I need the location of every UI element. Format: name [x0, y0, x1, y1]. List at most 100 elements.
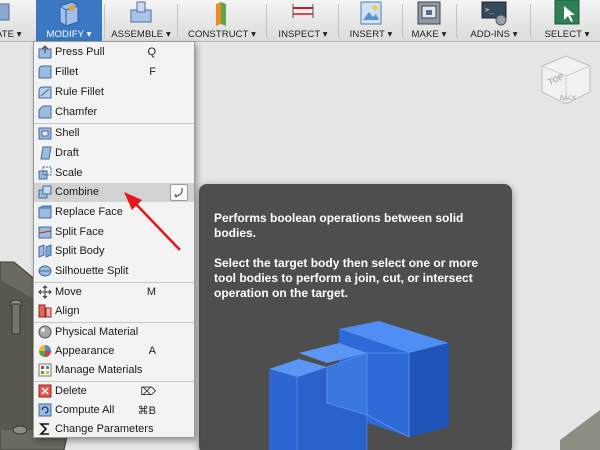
tab-create[interactable]: ATE ▾ — [0, 0, 28, 42]
tab-modify[interactable]: MODIFY ▾ — [36, 0, 102, 42]
tab-assemble[interactable]: ASSEMBLE ▾ — [107, 0, 175, 42]
tab-label: MAKE ▾ — [411, 29, 447, 40]
separator — [266, 4, 267, 38]
menu-item-label: Combine — [55, 186, 100, 198]
align-icon — [38, 304, 52, 318]
combine-icon — [38, 185, 52, 199]
menu-item-label: Appearance — [55, 345, 115, 357]
scale-icon — [38, 166, 52, 180]
move-icon — [38, 285, 52, 299]
tab-label: MODIFY ▾ — [46, 29, 92, 40]
menu-item-shell[interactable]: Shell — [34, 124, 194, 143]
split-face-icon — [38, 226, 52, 239]
draft-icon — [40, 146, 52, 160]
menu-item-label: Delete — [55, 385, 87, 397]
tab-label: ADD-INS ▾ — [470, 29, 518, 40]
tooltip-instructions: Select the target body then select one o… — [214, 256, 479, 300]
tab-label: INSPECT ▾ — [278, 29, 328, 40]
menu-item-shortcut: Q — [147, 46, 156, 58]
create-icon — [0, 3, 10, 21]
menu-item-physical-material[interactable]: Physical Material — [34, 323, 194, 342]
split-body-icon — [38, 244, 52, 258]
menu-item-label: Align — [55, 305, 80, 317]
menu-item-shortcut: F — [149, 66, 156, 78]
menu-item-draft[interactable]: Draft — [34, 144, 194, 163]
delete-icon — [38, 384, 52, 398]
construct-icon — [216, 2, 226, 26]
chamfer-icon — [38, 105, 52, 119]
menu-item-shortcut: ⌦ — [140, 386, 156, 398]
separator — [530, 4, 531, 38]
menu-item-label: Chamfer — [55, 106, 98, 118]
menu-item-shortcut: M — [146, 286, 156, 298]
tab-add-ins[interactable]: >_ ADD-INS ▾ — [460, 0, 528, 42]
replace-face-icon — [38, 205, 52, 219]
menu-item-label: Physical Material — [55, 326, 139, 338]
tab-label: ASSEMBLE ▾ — [111, 29, 171, 40]
menu-item-scale[interactable]: Scale — [34, 164, 194, 183]
menu-item-label: Split Face — [55, 226, 104, 238]
sigma-icon — [39, 423, 49, 435]
menu-item-label: Move — [55, 286, 82, 298]
menu-item-press-pull[interactable]: Press Pull Q — [34, 43, 194, 62]
separator — [338, 4, 339, 38]
menu-item-label: Press Pull — [55, 46, 105, 58]
add-ins-icon: >_ — [481, 1, 507, 26]
menu-item-change-parameters[interactable]: Change Parameters — [34, 420, 194, 439]
menu-item-label: Fillet — [55, 66, 79, 78]
manage-materials-icon — [38, 363, 52, 377]
view-cube-back-label: BACK — [560, 96, 576, 102]
fillet-icon — [38, 65, 52, 79]
tab-make[interactable]: MAKE ▾ — [405, 0, 453, 42]
menu-item-shortcut: ⌘B — [137, 405, 156, 417]
insert-icon — [360, 1, 382, 25]
menu-item-appearance[interactable]: Appearance A — [34, 342, 194, 361]
separator — [104, 4, 105, 38]
combine-illustration — [269, 321, 449, 450]
assemble-icon — [130, 1, 152, 23]
separator — [402, 4, 403, 38]
silhouette-split-icon — [38, 265, 52, 277]
make-icon — [417, 1, 441, 25]
svg-text:>_: >_ — [485, 6, 494, 14]
view-cube[interactable]: TOP BACK — [536, 52, 596, 114]
tab-label: INSERT ▾ — [349, 29, 393, 40]
appearance-icon — [39, 345, 51, 357]
physical-material-icon — [38, 325, 52, 339]
menu-item-align[interactable]: Align — [34, 302, 194, 321]
tooltip-description: Performs boolean operations between soli… — [214, 211, 464, 240]
rule-fillet-icon — [38, 86, 52, 99]
tab-select[interactable]: SELECT ▾ — [534, 0, 600, 42]
menu-item-label: Compute All — [55, 404, 115, 416]
tab-label: CONSTRUCT ▾ — [188, 29, 256, 40]
menu-item-label: Split Body — [55, 245, 105, 257]
menu-item-label: Change Parameters — [55, 423, 154, 435]
press-pull-icon — [38, 45, 52, 59]
select-icon — [554, 0, 580, 25]
annotation-arrow-icon — [124, 192, 181, 251]
tab-label: SELECT ▾ — [544, 29, 590, 40]
menu-item-rule-fillet[interactable]: Rule Fillet — [34, 83, 194, 102]
menu-item-chamfer[interactable]: Chamfer — [34, 103, 194, 122]
shell-icon — [38, 127, 52, 140]
menu-item-fillet[interactable]: Fillet F — [34, 63, 194, 82]
menu-item-label: Silhouette Split — [55, 265, 129, 277]
menu-item-manage-materials[interactable]: Manage Materials — [34, 361, 194, 380]
menu-item-label: Replace Face — [55, 206, 123, 218]
modify-icon — [59, 1, 79, 27]
menu-item-move[interactable]: Move M — [34, 283, 194, 302]
ribbon-toolbar: ATE ▾ MODIFY ▾ ASSEMBLE ▾ CONSTRUCT ▾ — [0, 0, 600, 42]
separator — [456, 4, 457, 38]
menu-item-label: Manage Materials — [55, 364, 143, 376]
tab-construct[interactable]: CONSTRUCT ▾ — [180, 0, 264, 42]
menu-item-silhouette-split[interactable]: Silhouette Split — [34, 262, 194, 281]
combine-tooltip: Performs boolean operations between soli… — [199, 184, 512, 450]
menu-item-delete[interactable]: Delete ⌦ — [34, 382, 194, 401]
tab-label: ATE ▾ — [0, 29, 22, 40]
separator — [177, 4, 178, 38]
menu-item-shortcut: A — [148, 345, 156, 357]
menu-item-compute-all[interactable]: Compute All ⌘B — [34, 401, 194, 420]
tab-insert[interactable]: INSERT ▾ — [342, 0, 400, 42]
inspect-icon — [292, 4, 314, 18]
tab-inspect[interactable]: INSPECT ▾ — [270, 0, 336, 42]
